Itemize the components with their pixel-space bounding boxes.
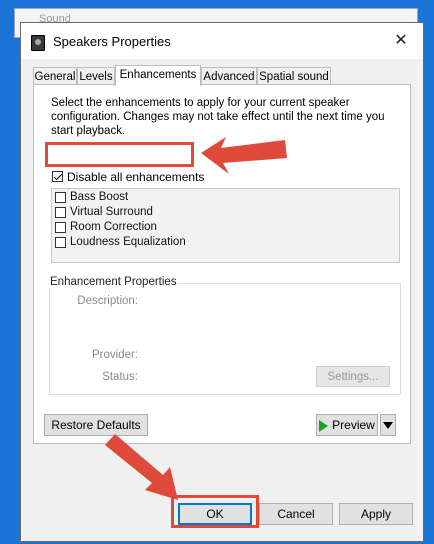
annotation-arrows (105, 137, 287, 500)
arrow-to-ok (105, 434, 178, 500)
tab-enhancements[interactable]: Enhancements (115, 65, 201, 86)
arrow-to-disable-all (201, 137, 287, 174)
